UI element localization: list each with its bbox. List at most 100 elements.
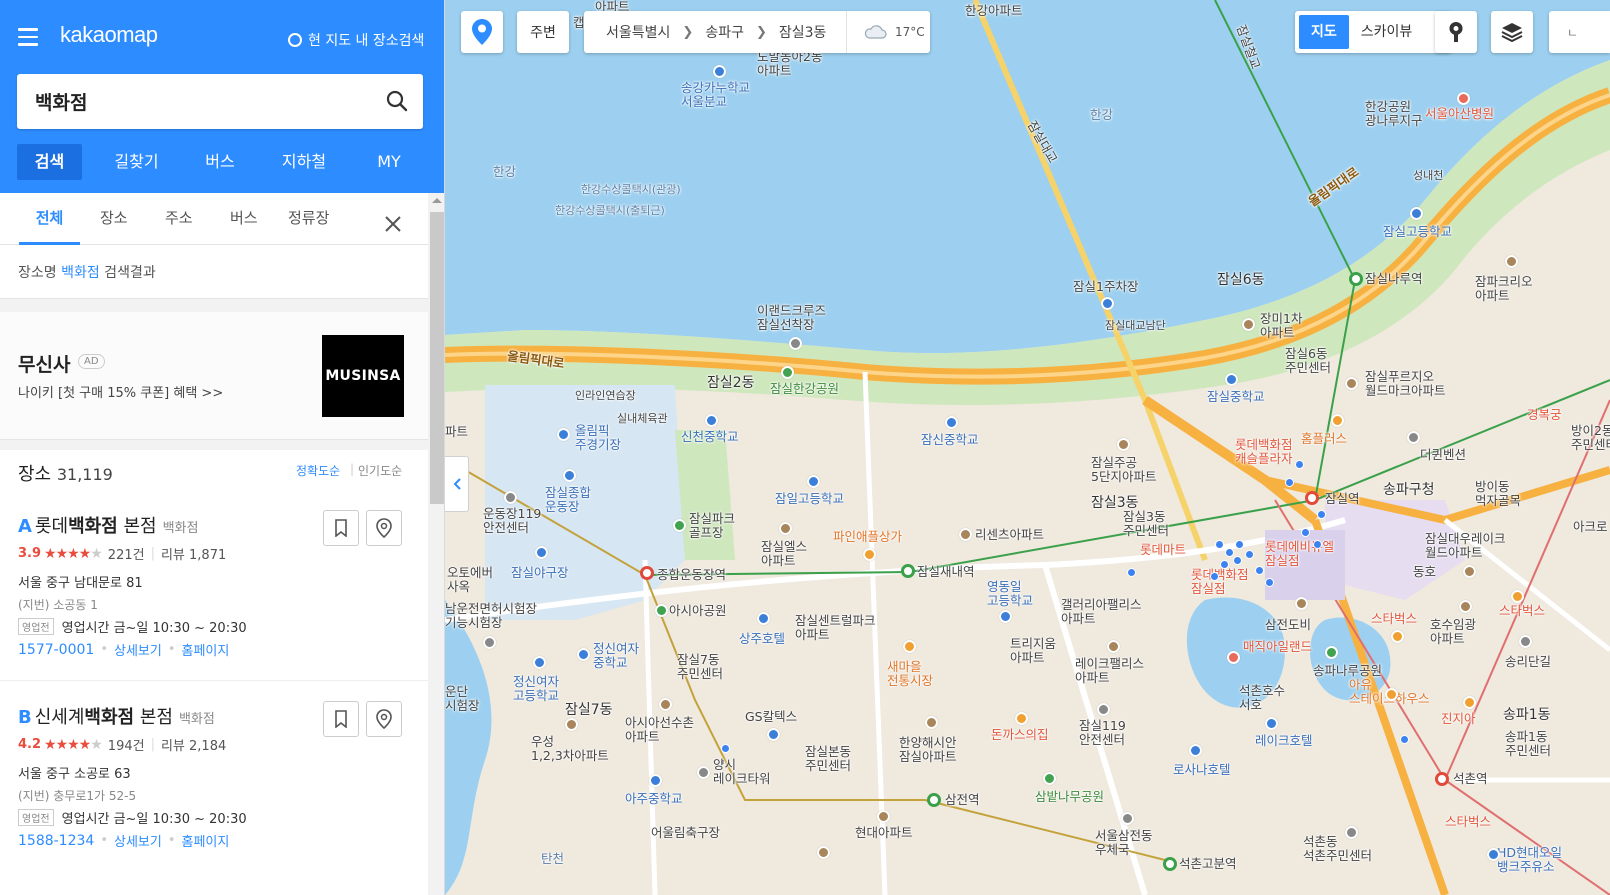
review-count[interactable]: 리뷰 2,184	[161, 735, 226, 754]
result-marker[interactable]	[1285, 478, 1294, 487]
my-location-button[interactable]	[461, 11, 503, 53]
bookmark-button[interactable]	[323, 701, 359, 737]
school-icon[interactable]	[1410, 207, 1423, 220]
apartment-icon[interactable]	[1242, 318, 1255, 331]
result-marker[interactable]	[1400, 735, 1409, 744]
apartment-icon[interactable]	[1459, 600, 1472, 613]
fire-station-icon[interactable]	[504, 491, 517, 504]
theme-park-icon[interactable]	[1227, 651, 1240, 664]
shopping-icon[interactable]	[1331, 414, 1344, 427]
subway-station-icon[interactable]	[1163, 857, 1177, 871]
nav-tab-bus[interactable]: 버스	[189, 144, 251, 180]
breadcrumb-dong[interactable]: 잠실3동	[779, 22, 827, 42]
subway-station-icon[interactable]	[1349, 272, 1363, 286]
subway-station-icon[interactable]	[927, 793, 941, 807]
apartment-icon[interactable]	[1463, 565, 1476, 578]
pin-button[interactable]	[1435, 11, 1477, 53]
result-marker[interactable]	[1210, 572, 1219, 581]
park-icon[interactable]	[1043, 772, 1056, 785]
sort-accuracy-button[interactable]: 정확도순	[296, 462, 340, 479]
road-sign-icon[interactable]	[1519, 635, 1532, 648]
place-item[interactable]: B 신세계백화점 본점 백화점 4.2 ★★★★★ 194건 | 리뷰 2,184 …	[0, 701, 428, 893]
gas-station-icon[interactable]	[767, 728, 780, 741]
result-marker[interactable]	[1301, 528, 1310, 537]
school-icon[interactable]	[705, 414, 718, 427]
baseball-icon[interactable]	[535, 546, 548, 559]
school-icon[interactable]	[649, 774, 662, 787]
sort-popularity-button[interactable]: 인기도순	[358, 462, 402, 479]
rating-count[interactable]: 194건	[108, 735, 145, 754]
more-controls-button[interactable]: ㄴ	[1549, 11, 1610, 53]
result-marker[interactable]	[1295, 460, 1304, 469]
apartment-icon[interactable]	[925, 716, 938, 729]
nav-tab-search[interactable]: 검색	[17, 144, 82, 180]
building-icon[interactable]	[1345, 826, 1358, 839]
result-marker[interactable]	[721, 744, 730, 753]
homepage-link[interactable]: 홈페이지	[182, 640, 230, 659]
nav-tab-directions[interactable]: 길찾기	[84, 144, 189, 180]
result-marker[interactable]	[1215, 540, 1224, 549]
filter-tab-address[interactable]: 주소	[165, 193, 193, 245]
close-icon[interactable]	[383, 214, 403, 234]
place-phone[interactable]: 1577-0001	[18, 642, 94, 658]
nav-tab-subway[interactable]: 지하철	[251, 144, 357, 180]
subway-station-icon[interactable]	[640, 566, 654, 580]
scroll-up-arrow-icon[interactable]	[432, 198, 442, 203]
result-marker[interactable]	[1265, 578, 1274, 587]
location-breadcrumb[interactable]: 서울특별시 ❯ 송파구 ❯ 잠실3동 17°C	[584, 11, 930, 53]
park-icon[interactable]	[655, 604, 668, 617]
layers-button[interactable]	[1491, 11, 1533, 53]
hotel-icon[interactable]	[1189, 744, 1202, 757]
restaurant-icon[interactable]	[1385, 688, 1398, 701]
result-marker[interactable]	[1313, 540, 1322, 549]
shopping-icon[interactable]	[863, 548, 876, 561]
detail-link[interactable]: 상세보기	[114, 831, 162, 850]
kakaomap-logo[interactable]: kakaomap	[60, 22, 158, 48]
stadium-icon[interactable]	[557, 428, 570, 441]
golf-icon[interactable]	[673, 519, 686, 532]
monument-icon[interactable]	[1295, 597, 1308, 610]
market-icon[interactable]	[903, 640, 916, 653]
hotel-icon[interactable]	[1265, 717, 1278, 730]
apartment-icon[interactable]	[1117, 438, 1130, 451]
apartment-icon[interactable]	[659, 698, 672, 711]
apartment-icon[interactable]	[1107, 640, 1120, 653]
map-view[interactable]: 아파트 한강아파트 캡 도말농아2동 아파트 송강카누학교 서울분교 한강 한강 한…	[445, 0, 1610, 895]
hamburger-menu-icon[interactable]	[18, 28, 38, 46]
school-icon[interactable]	[533, 656, 546, 669]
school-icon[interactable]	[1225, 373, 1238, 386]
building-icon[interactable]	[483, 636, 496, 649]
result-marker[interactable]	[1233, 556, 1242, 565]
place-title[interactable]: A 롯데백화점 본점 백화점	[18, 512, 198, 538]
place-item[interactable]: A 롯데백화점 본점 백화점 3.9 ★★★★★ 221건 | 리뷰 1,871 서…	[0, 510, 428, 702]
apartment-icon[interactable]	[959, 528, 972, 541]
hotel-icon[interactable]	[757, 612, 770, 625]
gas-station-icon[interactable]	[1487, 848, 1500, 861]
building-icon[interactable]	[1407, 431, 1420, 444]
ferry-icon[interactable]	[789, 337, 802, 350]
route-pin-button[interactable]	[366, 701, 402, 737]
cafe-icon[interactable]	[1511, 590, 1524, 603]
result-marker[interactable]	[1235, 540, 1244, 549]
park-icon[interactable]	[1325, 646, 1338, 659]
search-icon[interactable]	[385, 89, 409, 113]
homepage-link[interactable]: 홈페이지	[182, 831, 230, 850]
post-office-icon[interactable]	[1121, 812, 1134, 825]
rating-count[interactable]: 221건	[108, 544, 145, 563]
ad-banner[interactable]: 무신사 AD 나이키 [첫 구매 15% 쿠폰] 혜택 >> MUSINSA	[0, 312, 428, 440]
result-marker[interactable]	[1255, 566, 1264, 575]
result-marker[interactable]	[1127, 568, 1136, 577]
parking-icon[interactable]	[1101, 297, 1114, 310]
ad-description[interactable]: 나이키 [첫 구매 15% 쿠폰] 혜택 >>	[18, 382, 223, 401]
nav-tab-my[interactable]: MY	[357, 144, 421, 180]
stadium-icon[interactable]	[563, 469, 576, 482]
school-icon[interactable]	[999, 610, 1012, 623]
park-icon[interactable]	[781, 366, 794, 379]
subway-station-icon[interactable]	[1435, 772, 1449, 786]
apartment-icon[interactable]	[565, 718, 578, 731]
school-icon[interactable]	[577, 648, 590, 661]
filter-tab-place[interactable]: 장소	[100, 193, 128, 245]
route-pin-button[interactable]	[366, 510, 402, 546]
filter-tab-stop[interactable]: 정류장	[288, 193, 329, 245]
result-marker[interactable]	[1317, 510, 1326, 519]
